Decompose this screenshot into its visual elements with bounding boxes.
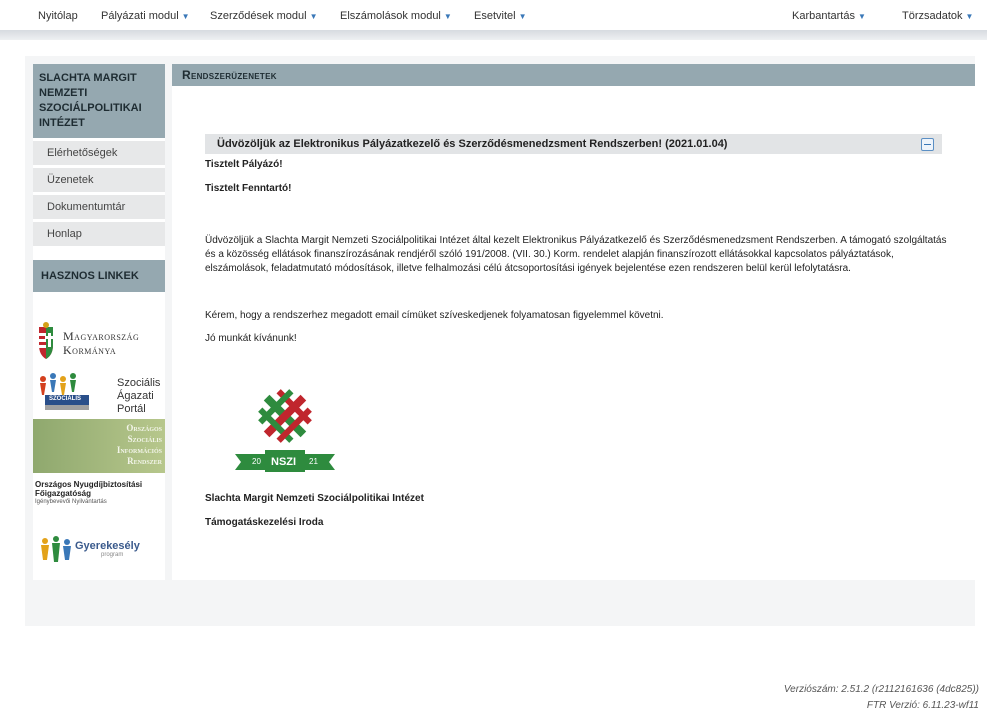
page-title: Rendszerüzenetek [172, 64, 975, 86]
gyerekesely-sub: program [101, 552, 124, 558]
link-pension[interactable]: Országos Nyugdíjbiztosítási Főigazgatósá… [35, 480, 167, 516]
link-szocialis-portal[interactable]: SZOCIÁLIS Szociális Ágazati Portál [33, 369, 165, 419]
message-paragraph-1: Üdvözöljük a Slachta Margit Nemzeti Szoc… [205, 235, 947, 274]
pension-line3: Igénybevevői Nyilvántartás [35, 499, 107, 505]
collapse-minus-icon[interactable] [921, 138, 934, 151]
greeting-applicant: Tisztelt Pályázó! [205, 159, 283, 170]
greeting-maintainer: Tisztelt Fenntartó! [205, 183, 292, 194]
message-paragraph-2: Kérem, hogy a rendszerhez megadott email… [205, 310, 664, 321]
szocialis-line1: Szociális [117, 377, 161, 389]
main-content: Rendszerüzenetek Üdvözöljük az Elektroni… [172, 64, 975, 580]
osir-line3: Információs [116, 445, 162, 455]
message-closing: Jó munkát kívánunk! [205, 333, 297, 344]
pension-line2: Főigazgatóság [35, 489, 92, 498]
nav-masterdata-label: Törzsadatok [902, 10, 963, 22]
nav-tender-label: Pályázati modul [101, 10, 179, 22]
chevron-down-icon: ▼ [965, 12, 974, 21]
sidebar-item-documents[interactable]: Dokumentumtár [33, 195, 165, 219]
link-gyerekesely[interactable]: Gyerekesély program [39, 534, 165, 566]
osir-line4: Rendszer [127, 456, 162, 466]
signature-office: Támogatáskezelési Iroda [205, 517, 324, 528]
szocialis-line2: Ágazati [117, 390, 154, 402]
szocialis-portal-label: Szociális Ágazati Portál [117, 377, 160, 416]
nav-accounts-module[interactable]: Elszámolások modul ▼ [340, 10, 452, 22]
szocialis-badge-text: SZOCIÁLIS [49, 396, 82, 402]
chevron-down-icon: ▼ [857, 12, 866, 21]
sidebar-item-contacts[interactable]: Elérhetőségek [33, 141, 165, 165]
nav-events[interactable]: Esetvitel ▼ [474, 10, 527, 22]
link-osir[interactable]: Országos Szociális Információs Rendszer [33, 419, 165, 473]
nav-maintenance-label: Karbantartás [792, 10, 855, 22]
chevron-down-icon: ▼ [181, 12, 190, 21]
message-panel-header: Üdvözöljük az Elektronikus Pályázatkezel… [205, 134, 942, 154]
nav-masterdata[interactable]: Törzsadatok ▼ [902, 10, 973, 22]
nav-events-label: Esetvitel [474, 10, 516, 22]
hungary-coat-of-arms-icon [39, 322, 54, 359]
link-gov-logo[interactable]: Magyarország Kormánya [33, 319, 165, 363]
nszi-logo: 20 NSZI 21 [205, 380, 365, 480]
osir-line1: Országos [126, 423, 162, 433]
nav-contracts-module[interactable]: Szerződések modul ▼ [210, 10, 318, 22]
children-figures-icon [41, 536, 71, 562]
gyerekesely-label: Gyerekesély [75, 540, 140, 552]
version-info: Verziószám: 2.51.2 (r2112161636 (4dc825)… [783, 684, 979, 695]
gov-logo-line2: Kormánya [63, 343, 117, 357]
osir-line2: Szociális [127, 434, 162, 444]
sidebar: SLACHTA MARGIT NEMZETI SZOCIÁLPOLITIKAI … [33, 64, 165, 580]
signature-institute: Slachta Margit Nemzeti Szociálpolitikai … [205, 493, 424, 504]
sidebar-institute-title: SLACHTA MARGIT NEMZETI SZOCIÁLPOLITIKAI … [33, 64, 165, 138]
message-header-text: Üdvözöljük az Elektronikus Pályázatkezel… [217, 138, 728, 150]
ftr-version-info: FTR Verzió: 6.11.23-wf11 [866, 700, 979, 711]
chevron-down-icon: ▼ [443, 12, 452, 21]
sidebar-item-homepage[interactable]: Honlap [33, 222, 165, 246]
useful-links-title: HASZNOS LINKEK [33, 260, 165, 292]
pension-line1: Országos Nyugdíjbiztosítási [35, 480, 143, 489]
szocialis-line3: Portál [117, 403, 146, 415]
nav-home[interactable]: Nyitólap [38, 10, 78, 22]
nav-divider [0, 30, 987, 40]
logo-nszi-text: NSZI [271, 456, 297, 468]
nav-accounts-label: Elszámolások modul [340, 10, 441, 22]
gov-logo-line1: Magyarország [63, 329, 140, 343]
nav-contracts-label: Szerződések modul [210, 10, 307, 22]
top-navigation: Nyitólap Pályázati modul ▼ Szerződések mo… [0, 0, 987, 40]
logo-year-left: 20 [252, 457, 261, 466]
chevron-down-icon: ▼ [309, 12, 318, 21]
logo-year-right: 21 [309, 457, 318, 466]
nav-maintenance[interactable]: Karbantartás ▼ [792, 10, 866, 22]
people-chain-icon [40, 373, 89, 410]
nav-tender-module[interactable]: Pályázati modul ▼ [101, 10, 190, 22]
sidebar-item-messages[interactable]: Üzenetek [33, 168, 165, 192]
chevron-down-icon: ▼ [518, 12, 527, 21]
